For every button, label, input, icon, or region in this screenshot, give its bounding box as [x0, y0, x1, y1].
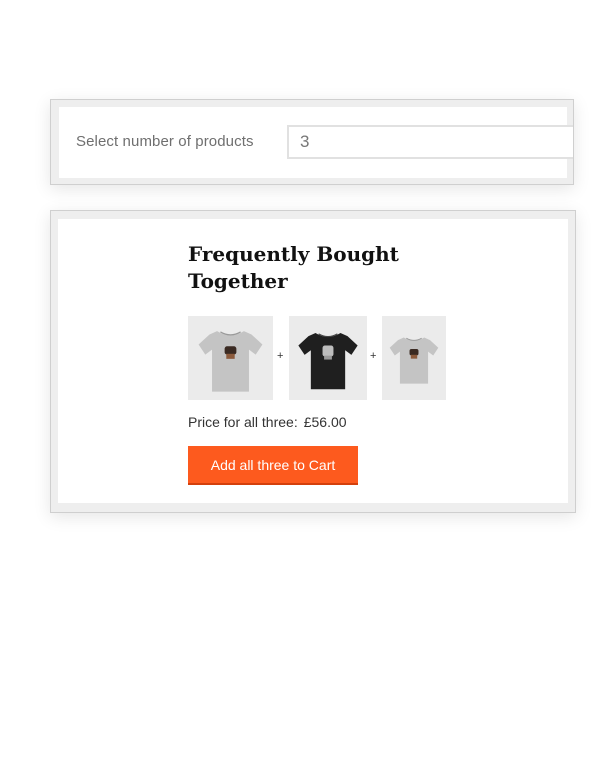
bundle-price-value: £56.00 — [303, 414, 347, 430]
tshirt-icon — [298, 333, 358, 390]
plus-separator: + — [370, 350, 377, 362]
product-count-panel: Select number of products — [50, 99, 574, 185]
tshirt-icon — [198, 331, 263, 392]
frequently-bought-panel-body: Frequently Bought Together + + Price for… — [58, 219, 568, 503]
product-thumbnail-3[interactable] — [382, 316, 446, 400]
frequently-bought-panel: Frequently Bought Together + + Price for… — [50, 210, 576, 513]
product-count-label: Select number of products — [76, 133, 254, 150]
section-title: Frequently Bought Together — [188, 242, 399, 293]
product-count-input[interactable] — [287, 125, 573, 159]
product-thumbnail-2[interactable] — [289, 316, 367, 400]
product-thumbnail-1[interactable] — [188, 316, 273, 400]
product-count-panel-body: Select number of products — [59, 107, 573, 178]
bundle-price: Price for all three: £56.00 — [188, 414, 347, 430]
tshirt-icon — [389, 337, 439, 384]
add-all-to-cart-button[interactable]: Add all three to Cart — [188, 446, 358, 485]
plus-separator: + — [277, 350, 284, 362]
bundle-price-label: Price for all three: — [188, 414, 298, 430]
